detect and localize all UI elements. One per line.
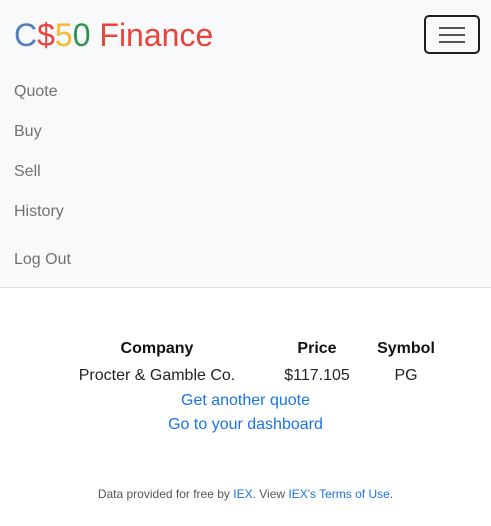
- brand-letter-5: 5: [54, 17, 73, 53]
- get-another-quote-link[interactable]: Get another quote: [181, 392, 310, 409]
- column-header-company: Company: [120, 340, 194, 357]
- nav-item-quote[interactable]: Quote: [14, 82, 58, 102]
- go-to-dashboard-link[interactable]: Go to your dashboard: [168, 416, 323, 433]
- column-header-price: Price: [297, 340, 337, 357]
- nav-item-buy[interactable]: Buy: [14, 122, 42, 142]
- navbar: C$50 Finance Quote Buy Sell History Log …: [0, 0, 491, 288]
- footer-mid: . View: [252, 487, 289, 501]
- cell-symbol: PG: [394, 367, 418, 384]
- iex-link[interactable]: IEX: [233, 487, 252, 501]
- navbar-toggler-button[interactable]: [424, 15, 480, 54]
- nav-item-logout[interactable]: Log Out: [14, 250, 71, 270]
- cell-price: $117.105: [284, 367, 350, 384]
- iex-terms-link[interactable]: IEX's Terms of Use: [288, 487, 389, 501]
- footer: Data provided for free by IEX. View IEX'…: [0, 486, 491, 502]
- column-header-symbol: Symbol: [377, 340, 435, 357]
- nav-item-history[interactable]: History: [14, 202, 64, 222]
- footer-suffix: .: [389, 487, 394, 501]
- nav-item-sell[interactable]: Sell: [14, 162, 41, 182]
- brand-word-finance: Finance: [90, 17, 214, 53]
- dashboard-link-row: Go to your dashboard: [0, 414, 491, 436]
- footer-prefix: Data provided for free by: [97, 487, 234, 501]
- cell-company: Procter & Gamble Co.: [78, 367, 236, 384]
- another-quote-link-row: Get another quote: [0, 390, 491, 412]
- brand-letter-dollar: $: [37, 17, 55, 53]
- brand-letter-c: C: [14, 17, 38, 53]
- brand-letter-0: 0: [72, 17, 91, 53]
- brand-logo[interactable]: C$50 Finance: [14, 15, 213, 55]
